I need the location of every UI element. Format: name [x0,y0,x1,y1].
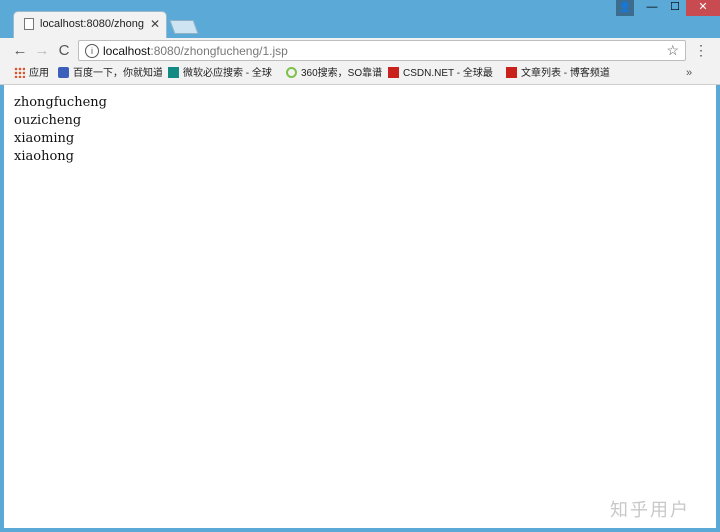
bookmark-apps[interactable]: 应用 [14,67,49,81]
forward-button[interactable]: → [32,41,52,61]
tab-active[interactable]: localhost:8080/zhongfu ✕ [14,12,166,38]
text-line: xiaohong [14,149,74,164]
watermark: 知乎用户 [610,500,690,520]
url-path: :8080/zhongfucheng/1.jsp [150,44,288,58]
csdn-icon [388,67,399,78]
info-icon[interactable]: i [85,44,99,58]
bookmark-baidu[interactable]: 百度一下，你就知道 [58,67,162,81]
tab-title: localhost:8080/zhongfu [40,18,144,30]
url-text[interactable]: localhost:8080/zhongfucheng/1.jsp [103,44,288,58]
text-line: xiaoming [14,131,75,146]
bookmark-label: 应用 [29,68,49,79]
more-bookmarks-icon[interactable]: » [686,67,692,79]
close-window-button[interactable]: ✕ [686,0,720,16]
bookmark-bing[interactable]: 微软必应搜索 - 全球 [168,67,276,81]
text-line: ouzicheng [14,113,82,128]
bookmark-360[interactable]: 360搜索，SO靠谱 [286,67,382,81]
page-content: zhongfucheng ouzicheng xiaoming xiaohong [4,85,716,528]
title-bar: localhost:8080/zhongfu ✕ 👤 — ☐ ✕ [0,0,720,38]
bookmark-label: 360搜索，SO靠谱 [301,68,382,79]
bing-icon [168,67,179,78]
bookmark-star-icon[interactable]: ☆ [666,42,679,59]
bookmarks-bar: 应用 百度一下，你就知道 微软必应搜索 - 全球 360搜索，SO靠谱 CSDN… [0,64,720,85]
profile-icon[interactable]: 👤 [616,0,634,16]
bookmark-label: CSDN.NET - 全球最 [403,68,493,79]
bookmark-label: 百度一下，你就知道 [73,68,162,79]
360-icon [286,67,297,78]
reload-button[interactable]: C [54,41,74,61]
close-tab-icon[interactable]: ✕ [150,17,160,31]
browser-window: localhost:8080/zhongfu ✕ 👤 — ☐ ✕ ← → C i… [0,0,720,532]
new-tab-button[interactable] [169,20,199,34]
bookmark-csdn[interactable]: CSDN.NET - 全球最 [388,67,498,81]
url-host: localhost [103,44,151,58]
toolbar: ← → C i localhost:8080/zhongfucheng/1.js… [0,38,720,64]
back-button[interactable]: ← [10,41,30,61]
bookmark-label: 微软必应搜索 - 全球 [183,68,272,79]
maximize-button[interactable]: ☐ [664,0,686,16]
bookmark-article-list[interactable]: 文章列表 - 博客频道 [506,67,614,81]
csdn-icon [506,67,517,78]
bookmark-label: 文章列表 - 博客频道 [521,68,610,79]
apps-grid-icon [14,67,25,78]
page-icon [24,18,34,30]
address-bar[interactable]: i localhost:8080/zhongfucheng/1.jsp ☆ [78,40,686,61]
text-line: zhongfucheng [14,95,107,110]
menu-icon[interactable]: ⋮ [694,43,708,57]
minimize-button[interactable]: — [640,0,664,16]
baidu-paw-icon [58,67,69,78]
